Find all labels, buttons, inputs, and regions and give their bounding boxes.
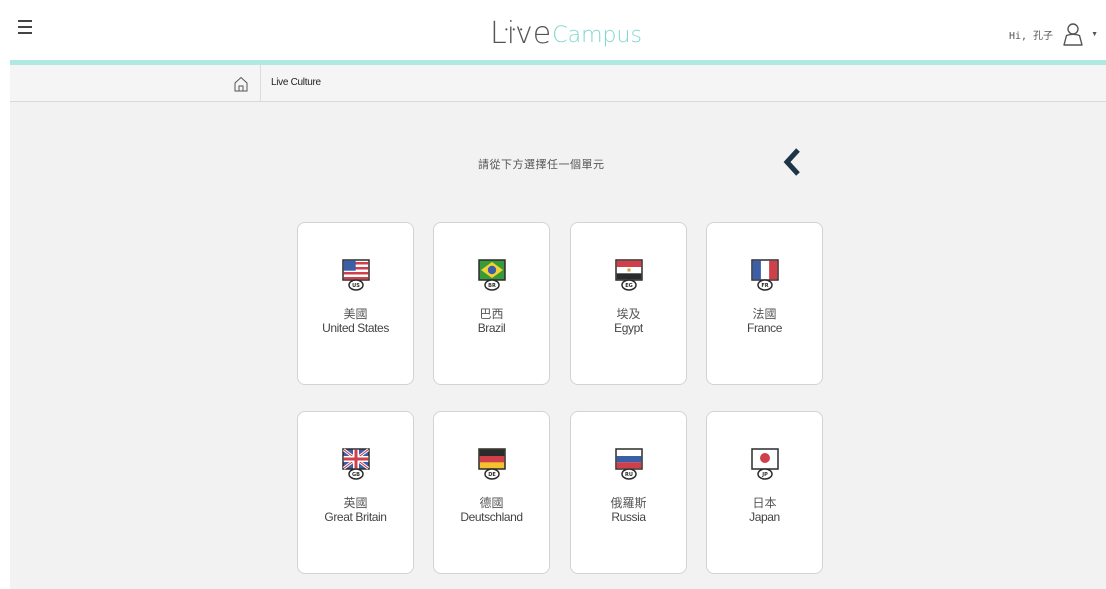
- svg-text:JP: JP: [761, 472, 768, 478]
- us-flag-icon: US: [342, 259, 370, 291]
- breadcrumb-current[interactable]: Live Culture: [271, 77, 321, 88]
- user-menu[interactable]: Hi, 孔子 ▼: [1009, 22, 1098, 46]
- country-card-us[interactable]: US 美國 United States: [297, 222, 414, 385]
- home-icon[interactable]: [234, 76, 248, 92]
- country-name-en: Egypt: [614, 321, 643, 335]
- country-name-en: Brazil: [477, 321, 506, 335]
- country-name-en: France: [747, 321, 782, 335]
- country-card-de[interactable]: DE 德國 Deutschland: [433, 411, 550, 574]
- gb-flag-icon: GB: [342, 448, 370, 480]
- svg-text:GB: GB: [352, 472, 360, 478]
- country-name-zh: 法國: [752, 307, 777, 321]
- country-name-zh: 英國: [343, 496, 368, 510]
- country-name-en: Japan: [749, 510, 780, 524]
- country-name-zh: 巴西: [479, 307, 504, 321]
- user-icon[interactable]: [1061, 22, 1085, 46]
- country-name-zh: 埃及: [616, 307, 641, 321]
- logo-campus: Campus: [552, 23, 642, 48]
- br-flag-icon: BR: [478, 259, 506, 291]
- user-greeting: Hi, 孔子: [1008, 30, 1054, 42]
- main-content: 請從下方選擇任一個單元 US 美國 United States BR 巴西 Br…: [10, 102, 1106, 589]
- instruction-text: 請從下方選擇任一個單元: [478, 159, 605, 171]
- logo[interactable]: • • • Live Campus: [490, 12, 642, 52]
- country-name-en: Great Britain: [324, 510, 387, 524]
- country-name-zh: 俄羅斯: [610, 496, 647, 510]
- ru-flag-icon: RU: [615, 448, 643, 480]
- svg-text:BR: BR: [488, 283, 496, 289]
- eg-flag-icon: EG: [615, 259, 643, 291]
- top-bar: • • • Live Campus Hi, 孔子 ▼: [0, 0, 1106, 60]
- svg-text:US: US: [352, 283, 360, 289]
- country-name-en: United States: [322, 321, 389, 335]
- country-card-br[interactable]: BR 巴西 Brazil: [433, 222, 550, 385]
- country-name-en: Deutschland: [460, 510, 523, 524]
- jp-flag-icon: JP: [751, 448, 779, 480]
- de-flag-icon: DE: [478, 448, 506, 480]
- fr-flag-icon: FR: [751, 259, 779, 291]
- country-card-fr[interactable]: FR 法國 France: [706, 222, 823, 385]
- country-name-en: Russia: [611, 510, 646, 524]
- country-card-jp[interactable]: JP 日本 Japan: [706, 411, 823, 574]
- svg-text:EG: EG: [625, 283, 633, 289]
- country-name-zh: 德國: [479, 496, 504, 510]
- logo-dots: • • •: [505, 25, 524, 34]
- country-card-eg[interactable]: EG 埃及 Egypt: [570, 222, 687, 385]
- logo-live: • • • Live: [490, 16, 551, 52]
- svg-text:RU: RU: [625, 472, 633, 478]
- country-card-gb[interactable]: GB 英國 Great Britain: [297, 411, 414, 574]
- svg-text:FR: FR: [761, 283, 768, 289]
- country-name-zh: 日本: [752, 496, 777, 510]
- svg-text:DE: DE: [488, 472, 496, 478]
- hamburger-menu-icon[interactable]: [18, 20, 32, 36]
- country-name-zh: 美國: [343, 307, 368, 321]
- chevron-left-icon[interactable]: [782, 147, 802, 177]
- caret-down-icon[interactable]: ▼: [1091, 31, 1098, 38]
- breadcrumb-divider: [260, 65, 261, 101]
- breadcrumb: Live Culture: [10, 65, 1106, 102]
- country-card-ru[interactable]: RU 俄羅斯 Russia: [570, 411, 687, 574]
